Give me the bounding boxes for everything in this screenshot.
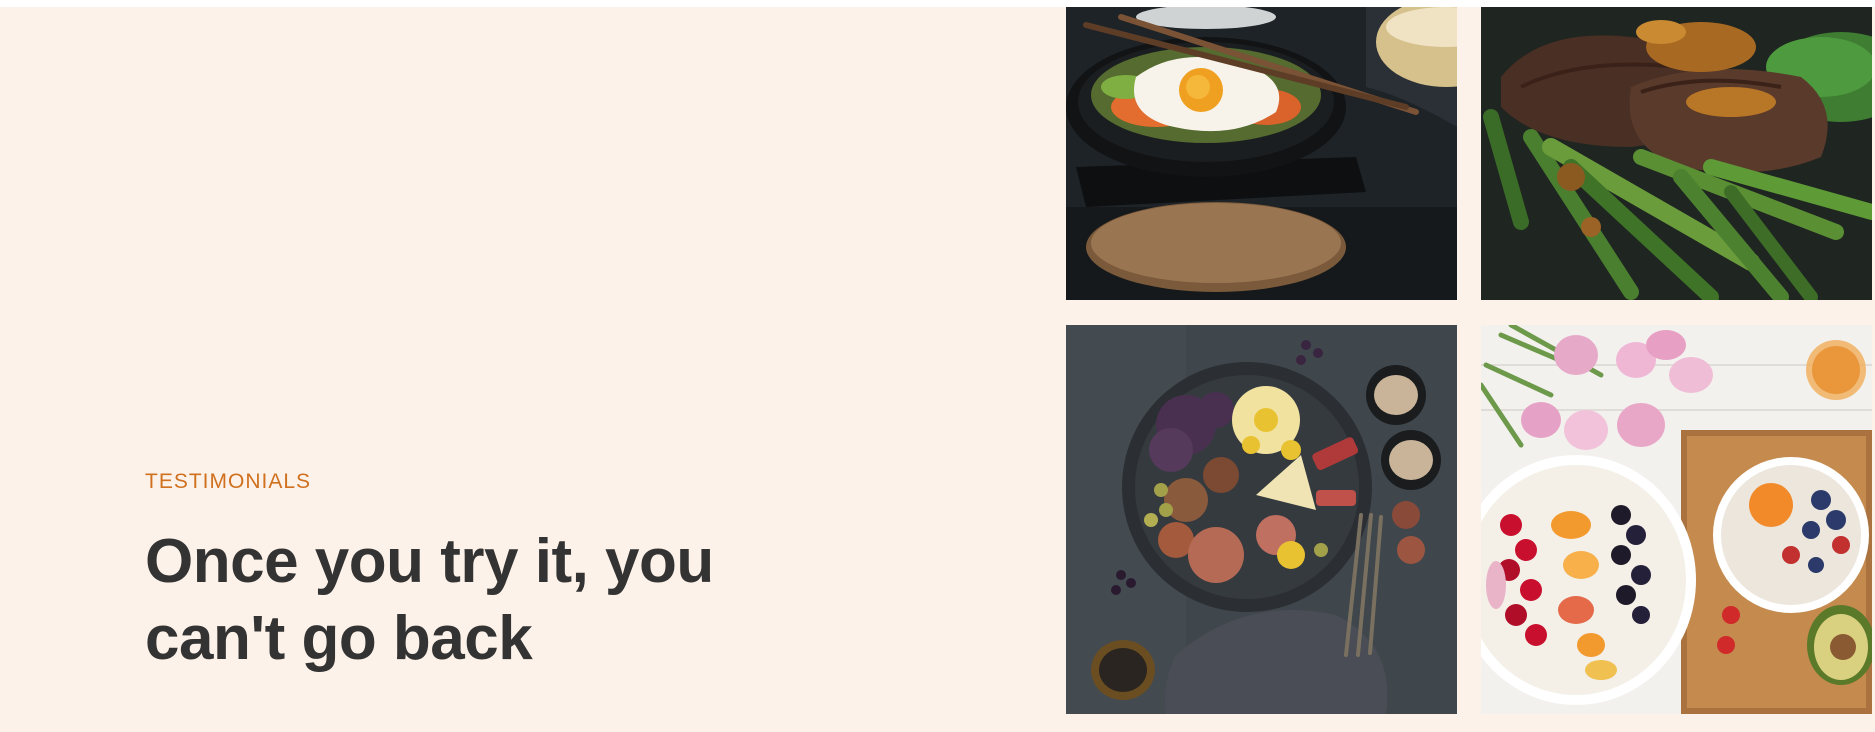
heading-line-2: can't go back <box>145 604 533 674</box>
fruit-bowl-photo <box>1481 325 1872 714</box>
bibimbap-photo <box>1066 7 1457 300</box>
heading-line-1: Once you try it, you <box>145 527 714 597</box>
section-heading: Once you try it, you can't go back <box>145 524 795 678</box>
food-gallery <box>1066 7 1872 714</box>
testimonials-section: Testimonials Once you try it, you can't … <box>0 7 1875 732</box>
grazing-platter-photo <box>1066 325 1457 714</box>
section-subheading: Testimonials <box>145 470 312 493</box>
testimonials-text: Testimonials Once you try it, you can't … <box>145 469 795 678</box>
steak-asparagus-photo <box>1481 7 1872 300</box>
